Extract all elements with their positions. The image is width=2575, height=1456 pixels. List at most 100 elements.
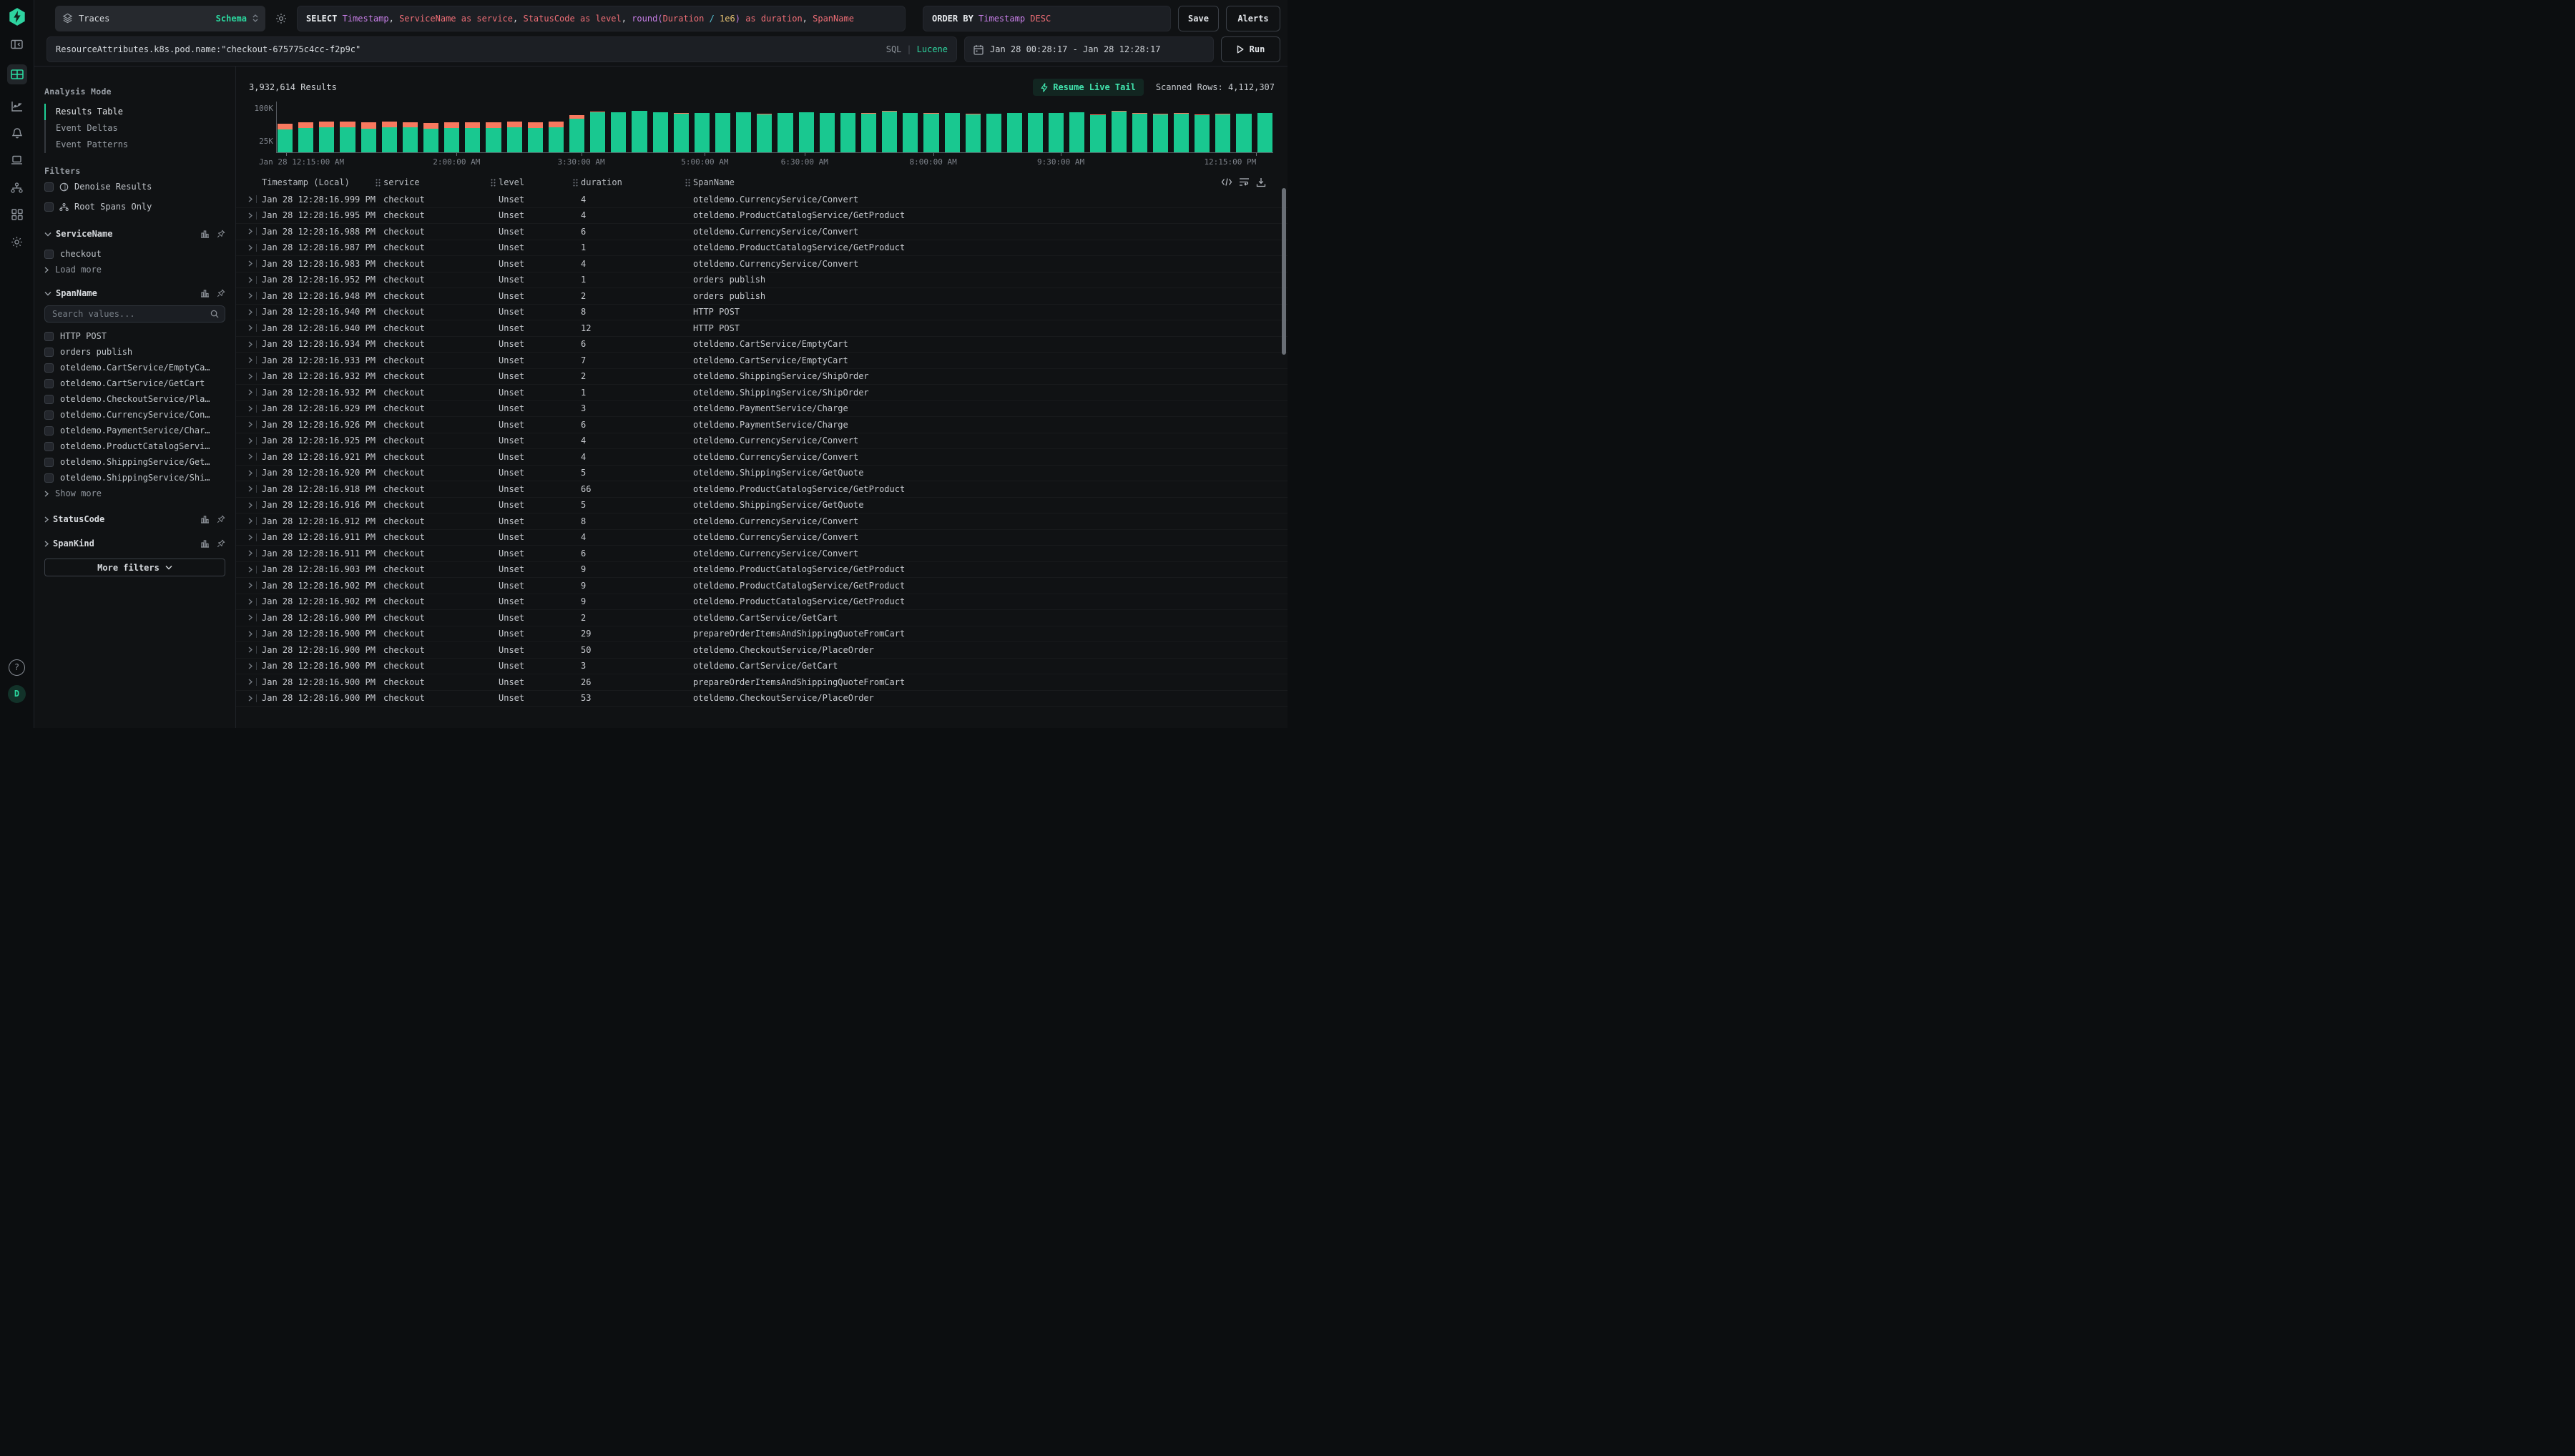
expand-row-icon[interactable] [245, 502, 256, 508]
histogram-bar[interactable] [695, 113, 710, 152]
section-servicename[interactable]: ServiceName [44, 227, 225, 240]
histogram-bar[interactable] [611, 112, 626, 152]
spanname-value[interactable]: oteldemo.ShippingService/Get… [44, 454, 225, 470]
histogram-bar[interactable] [1028, 113, 1043, 152]
settings-gear-icon[interactable] [7, 232, 27, 252]
analysis-mode-item[interactable]: Event Patterns [44, 137, 225, 153]
spanname-value[interactable]: oteldemo.CartService/EmptyCa… [44, 360, 225, 375]
checkbox[interactable] [44, 379, 54, 388]
drag-grip-icon[interactable] [376, 179, 381, 187]
table-row[interactable]: Jan 28 12:28:16.929 PMcheckoutUnset3otel… [236, 401, 1288, 418]
histogram-bar[interactable] [319, 122, 334, 152]
histogram-bar[interactable] [1049, 113, 1064, 152]
expand-row-icon[interactable] [245, 663, 256, 669]
histogram-bar[interactable] [528, 122, 543, 152]
table-row[interactable]: Jan 28 12:28:16.952 PMcheckoutUnset1orde… [236, 272, 1288, 289]
expand-row-icon[interactable] [245, 212, 256, 219]
chart-facet-icon[interactable] [200, 230, 210, 238]
histogram-bar[interactable] [423, 123, 438, 152]
histogram-bar[interactable] [1195, 114, 1210, 152]
pin-icon[interactable] [217, 515, 225, 523]
spanname-search[interactable] [44, 305, 225, 323]
checkbox[interactable] [44, 458, 54, 467]
expand-row-icon[interactable] [245, 599, 256, 605]
expand-row-icon[interactable] [245, 421, 256, 428]
histogram-bar[interactable] [298, 122, 313, 152]
table-row[interactable]: Jan 28 12:28:16.983 PMcheckoutUnset4otel… [236, 256, 1288, 272]
expand-row-icon[interactable] [245, 438, 256, 444]
table-row[interactable]: Jan 28 12:28:16.911 PMcheckoutUnset4otel… [236, 530, 1288, 546]
histogram-bar[interactable] [486, 122, 501, 152]
download-csv-icon[interactable] [1256, 177, 1266, 187]
histogram-bar[interactable] [507, 122, 522, 152]
spanname-value[interactable]: orders publish [44, 344, 225, 360]
checkbox[interactable] [44, 182, 54, 192]
table-row[interactable]: Jan 28 12:28:16.911 PMcheckoutUnset6otel… [236, 546, 1288, 562]
query-language-toggle[interactable]: SQL | Lucene [879, 44, 948, 54]
chart-explorer-icon[interactable] [7, 96, 27, 116]
expand-row-icon[interactable] [245, 534, 256, 541]
histogram-bar[interactable] [590, 112, 605, 152]
table-row[interactable]: Jan 28 12:28:16.918 PMcheckoutUnset66ote… [236, 481, 1288, 498]
table-row[interactable]: Jan 28 12:28:16.900 PMcheckoutUnset26pre… [236, 674, 1288, 691]
expand-row-icon[interactable] [245, 373, 256, 380]
histogram-bar[interactable] [778, 113, 793, 152]
expand-row-icon[interactable] [245, 341, 256, 348]
histogram-bar[interactable] [820, 113, 835, 152]
section-statuscode[interactable]: StatusCode [44, 513, 225, 526]
table-row[interactable]: Jan 28 12:28:16.940 PMcheckoutUnset8HTTP… [236, 305, 1288, 321]
spanname-show-more[interactable]: Show more [44, 486, 225, 501]
table-row[interactable]: Jan 28 12:28:16.932 PMcheckoutUnset1otel… [236, 385, 1288, 401]
dashboards-grid-icon[interactable] [7, 205, 27, 225]
histogram-bar[interactable] [549, 122, 564, 152]
expand-row-icon[interactable] [245, 486, 256, 492]
col-duration[interactable]: duration [573, 177, 685, 187]
histogram-bar[interactable] [882, 111, 897, 152]
section-spanname[interactable]: SpanName [44, 287, 225, 300]
histogram-bar[interactable] [465, 122, 480, 152]
histogram-bar[interactable] [923, 113, 938, 152]
spanname-value[interactable]: oteldemo.CartService/GetCart [44, 375, 225, 391]
table-row[interactable]: Jan 28 12:28:16.921 PMcheckoutUnset4otel… [236, 449, 1288, 466]
table-row[interactable]: Jan 28 12:28:16.934 PMcheckoutUnset6otel… [236, 337, 1288, 353]
expand-row-icon[interactable] [245, 309, 256, 315]
table-row[interactable]: Jan 28 12:28:16.916 PMcheckoutUnset5otel… [236, 498, 1288, 514]
checkbox[interactable] [44, 426, 54, 436]
servicename-load-more[interactable]: Load more [44, 262, 225, 277]
expand-row-icon[interactable] [245, 453, 256, 460]
checkbox[interactable] [44, 363, 54, 373]
histogram-bar[interactable] [444, 122, 459, 152]
expand-row-icon[interactable] [245, 357, 256, 363]
chart-facet-icon[interactable] [200, 289, 210, 297]
spanname-search-input[interactable] [51, 308, 210, 320]
spanname-value[interactable]: HTTP POST [44, 328, 225, 344]
user-avatar[interactable]: D [7, 684, 27, 704]
histogram-bar[interactable] [986, 114, 1001, 152]
denoise-results-toggle[interactable]: Denoise Results [44, 177, 225, 196]
alerts-button[interactable]: Alerts [1226, 6, 1280, 31]
histogram-bar[interactable] [340, 122, 355, 152]
table-row[interactable]: Jan 28 12:28:16.987 PMcheckoutUnset1otel… [236, 240, 1288, 257]
expand-row-icon[interactable] [245, 614, 256, 621]
histogram-bar[interactable] [674, 113, 689, 152]
col-level[interactable]: level [491, 177, 573, 187]
histogram-bar[interactable] [1069, 112, 1084, 152]
alerts-bell-icon[interactable] [7, 123, 27, 143]
expand-row-icon[interactable] [245, 470, 256, 476]
chart-facet-icon[interactable] [200, 515, 210, 523]
analysis-mode-item[interactable]: Results Table [44, 104, 225, 120]
source-select[interactable]: Traces Schema [55, 6, 265, 31]
spanname-value[interactable]: oteldemo.CurrencyService/Con… [44, 407, 225, 423]
table-row[interactable]: Jan 28 12:28:16.900 PMcheckoutUnset3otel… [236, 659, 1288, 675]
checkbox[interactable] [44, 473, 54, 483]
spanname-value[interactable]: oteldemo.PaymentService/Char… [44, 423, 225, 438]
expand-row-icon[interactable] [245, 245, 256, 251]
source-settings-gear-icon[interactable] [273, 10, 290, 27]
pin-icon[interactable] [217, 289, 225, 297]
col-spanname[interactable]: SpanName [685, 177, 1215, 187]
service-map-icon[interactable] [7, 177, 27, 197]
histogram-bar[interactable] [799, 112, 814, 152]
checkbox[interactable] [44, 410, 54, 420]
expand-row-icon[interactable] [245, 518, 256, 524]
checkbox[interactable] [44, 332, 54, 341]
